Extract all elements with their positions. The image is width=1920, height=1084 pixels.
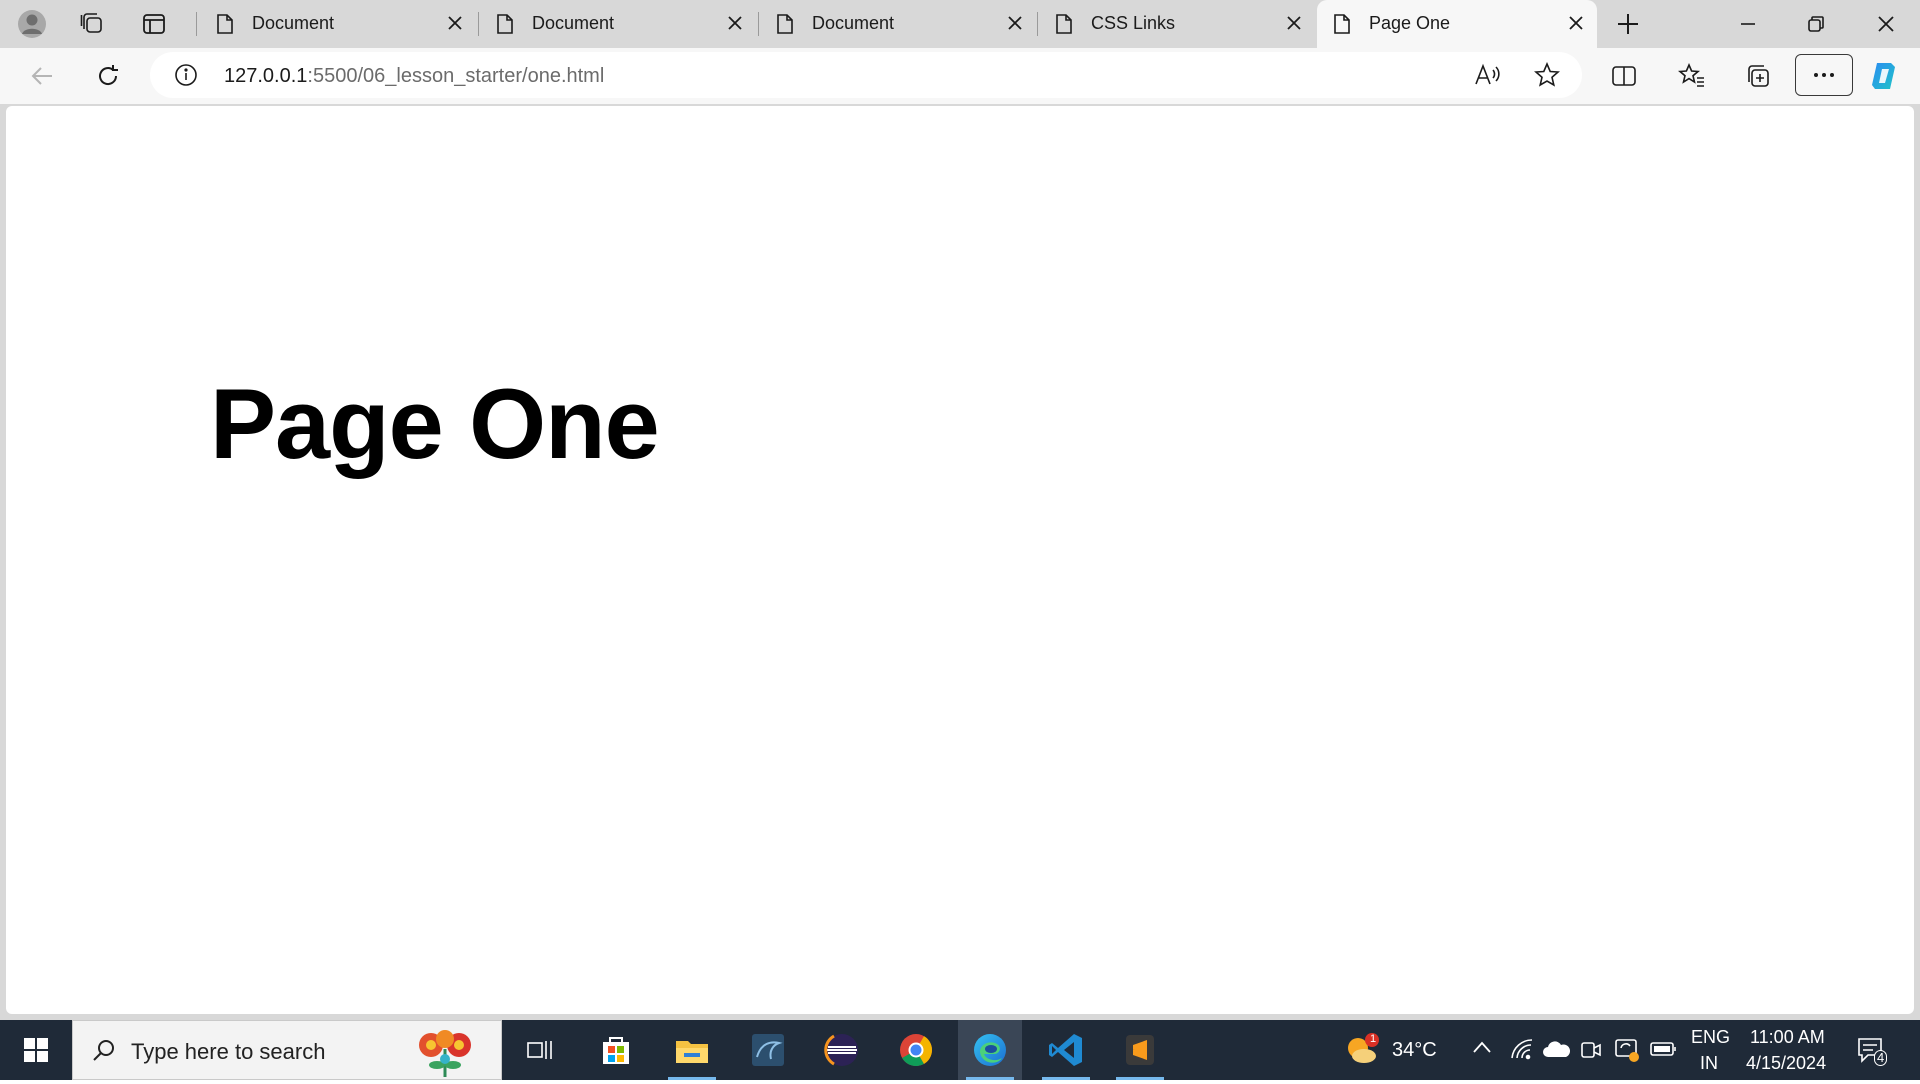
clock-time[interactable]: 11:00 AM xyxy=(1750,1027,1825,1048)
update-status-icon[interactable] xyxy=(1614,1037,1640,1068)
favorites-icon[interactable] xyxy=(1672,56,1712,96)
tab-separator xyxy=(758,12,759,36)
tab-css-links[interactable]: CSS Links xyxy=(1039,0,1315,48)
workspaces-icon[interactable] xyxy=(74,6,110,42)
page-heading: Page One xyxy=(210,368,660,479)
browser-window: Document Document Document CSS Links Pag… xyxy=(0,0,1920,1020)
tab-separator xyxy=(1037,12,1038,36)
weather-temperature[interactable]: 34°C xyxy=(1392,1039,1437,1062)
tab-title: Document xyxy=(252,13,335,33)
collections-icon[interactable] xyxy=(1738,56,1778,96)
profile-avatar-icon[interactable] xyxy=(14,6,50,42)
clock-date[interactable]: 4/15/2024 xyxy=(1746,1053,1826,1074)
taskbar-search-box[interactable]: Type here to search xyxy=(72,1020,502,1080)
settings-more-button[interactable] xyxy=(1795,54,1853,96)
site-info-icon[interactable] xyxy=(174,63,198,92)
tab-bar: Document Document Document CSS Links Pag… xyxy=(0,0,1920,48)
close-tab-icon[interactable] xyxy=(1006,14,1024,37)
sublime-text-icon[interactable] xyxy=(1108,1020,1172,1080)
windows-taskbar: Type here to search 1 34°C ENG IN 11:00 … xyxy=(0,1020,1920,1080)
page-icon xyxy=(1333,13,1351,40)
tab-title: Page One xyxy=(1369,13,1451,33)
search-icon xyxy=(91,1038,117,1069)
tab-title: CSS Links xyxy=(1091,13,1176,33)
page-icon xyxy=(496,13,514,40)
language-line-1[interactable]: ENG xyxy=(1691,1027,1730,1048)
wifi-icon[interactable] xyxy=(1510,1038,1534,1065)
vscode-icon[interactable] xyxy=(1034,1020,1098,1080)
split-screen-icon[interactable] xyxy=(1604,56,1644,96)
tab-separator xyxy=(478,12,479,36)
start-button[interactable] xyxy=(4,1020,68,1080)
url-host: 127.0.0.1 xyxy=(224,65,308,87)
onedrive-cloud-icon[interactable] xyxy=(1542,1040,1570,1063)
vertical-tabs-icon[interactable] xyxy=(136,6,172,42)
read-aloud-icon[interactable] xyxy=(1474,62,1502,93)
tab-title: Document xyxy=(812,13,895,33)
new-tab-plus-icon[interactable] xyxy=(1610,6,1646,42)
file-explorer-icon[interactable] xyxy=(660,1020,724,1080)
task-view-icon[interactable] xyxy=(508,1020,572,1080)
url-path: :5500/06_lesson_starter/one.html xyxy=(307,65,605,87)
tab-separator xyxy=(196,12,197,36)
page-viewport: Page One xyxy=(6,106,1914,1014)
tab-document-1[interactable]: Document xyxy=(200,0,476,48)
close-window-button[interactable] xyxy=(1856,0,1916,48)
url-text[interactable]: 127.0.0.1:5500/06_lesson_starter/one.htm… xyxy=(224,65,604,88)
mysql-workbench-icon[interactable] xyxy=(736,1020,800,1080)
browser-toolbar: 127.0.0.1:5500/06_lesson_starter/one.htm… xyxy=(0,48,1920,104)
copilot-icon[interactable] xyxy=(1866,56,1906,96)
edge-icon[interactable] xyxy=(958,1020,1022,1080)
page-icon xyxy=(216,13,234,40)
tab-document-2[interactable]: Document xyxy=(480,0,756,48)
close-tab-icon[interactable] xyxy=(1567,14,1585,37)
favorite-star-icon[interactable] xyxy=(1534,61,1560,93)
close-tab-icon[interactable] xyxy=(446,14,464,37)
battery-icon[interactable] xyxy=(1650,1041,1678,1062)
restore-button[interactable] xyxy=(1786,0,1846,48)
close-tab-icon[interactable] xyxy=(1285,14,1303,37)
tab-document-3[interactable]: Document xyxy=(760,0,1036,48)
page-icon xyxy=(776,13,794,40)
notification-count-badge: 4 xyxy=(1874,1050,1888,1066)
search-highlight-flower-icon xyxy=(409,1025,481,1084)
back-arrow-icon[interactable] xyxy=(22,56,62,96)
refresh-icon[interactable] xyxy=(88,56,128,96)
search-placeholder: Type here to search xyxy=(131,1039,326,1064)
weather-badge: 1 xyxy=(1370,1033,1377,1045)
address-bar[interactable]: 127.0.0.1:5500/06_lesson_starter/one.htm… xyxy=(150,52,1582,98)
language-line-2[interactable]: IN xyxy=(1700,1053,1718,1074)
eclipse-icon[interactable] xyxy=(810,1020,874,1080)
page-icon xyxy=(1055,13,1073,40)
minimize-button[interactable] xyxy=(1718,0,1778,48)
meet-now-icon[interactable] xyxy=(1580,1038,1602,1067)
tab-title: Document xyxy=(532,13,615,33)
close-tab-icon[interactable] xyxy=(726,14,744,37)
tab-page-one[interactable]: Page One xyxy=(1317,0,1597,48)
chrome-icon[interactable] xyxy=(884,1020,948,1080)
show-hidden-icons-chevron-icon[interactable] xyxy=(1472,1040,1492,1059)
microsoft-store-icon[interactable] xyxy=(584,1020,648,1080)
